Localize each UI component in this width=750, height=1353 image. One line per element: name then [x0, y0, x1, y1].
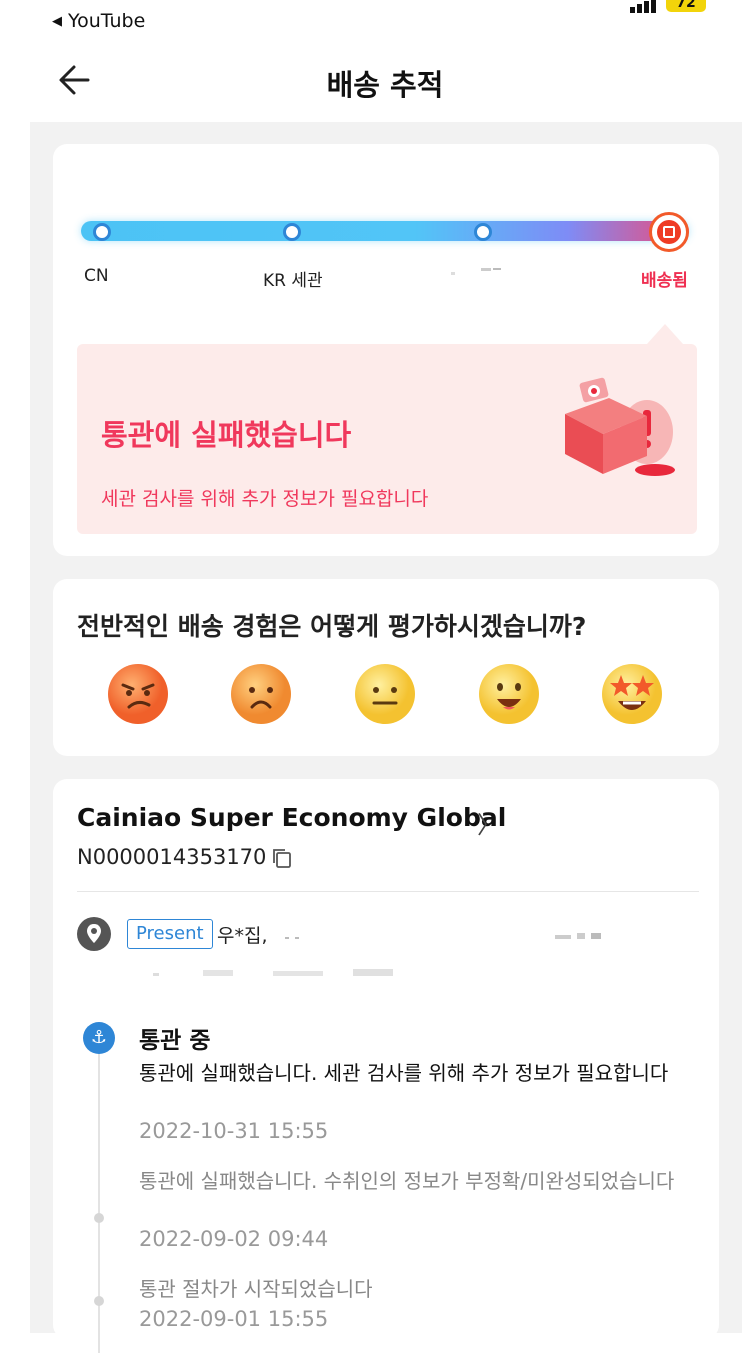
cellular-signal-icon	[630, 0, 658, 13]
timeline-event-time: 2022-09-02 09:44	[139, 1227, 329, 1251]
blurred-address-line	[285, 933, 601, 939]
tracking-number: N0000014353170	[77, 845, 267, 869]
frowning-face-icon[interactable]	[230, 663, 292, 725]
anchor-icon: ⚓	[83, 1022, 115, 1054]
alert-pointer	[647, 324, 683, 344]
battery-indicator: 72	[666, 0, 706, 12]
timeline-dot	[94, 1296, 104, 1306]
stage-label-customs: KR 세관	[263, 271, 323, 291]
alert-title: 통관에 실패했습니다	[101, 418, 352, 452]
failed-package-illustration	[565, 377, 675, 476]
location-pin-icon	[77, 917, 111, 951]
blurred-address-line-2	[153, 969, 393, 976]
smiling-face-icon[interactable]	[478, 663, 540, 725]
star-struck-face-icon[interactable]	[601, 663, 663, 725]
rating-question: 전반적인 배송 경험은 어떻게 평가하시겠습니까?	[77, 612, 587, 641]
back-app-label: YouTube	[68, 10, 146, 32]
customs-alert-box: 통관에 실패했습니다 세관 검사를 위해 추가 정보가 필요합니다	[77, 344, 697, 534]
stage-dot-delivered	[649, 212, 689, 252]
timeline-dot	[94, 1213, 104, 1223]
rating-card: 전반적인 배송 경험은 어떻게 평가하시겠습니까?	[53, 579, 719, 756]
timeline-status: 통관 중	[139, 1028, 211, 1054]
copy-icon[interactable]	[271, 847, 293, 869]
tracking-card: Cainiao Super Economy Global 〉 N00000143…	[53, 779, 719, 1353]
content-area: CN KR 세관 배송됨 통관에 실패했습니다 세관 검사를 위해 추가 정보가…	[30, 122, 742, 1353]
status-bar: ◀YouTube ◠ 72	[0, 0, 750, 46]
back-triangle-icon: ◀	[52, 14, 62, 29]
timeline-event-text: 통관 절차가 시작되었습니다	[139, 1277, 373, 1301]
blurred-stage-label	[451, 268, 501, 275]
delivery-address: 우*집,	[217, 925, 268, 947]
timeline-event-time: 2022-09-01 15:55	[139, 1307, 329, 1331]
divider	[77, 891, 699, 892]
present-badge: Present	[127, 919, 213, 949]
stage-label-delivered: 배송됨	[641, 271, 688, 291]
alert-description: 세관 검사를 위해 추가 정보가 필요합니다	[101, 488, 429, 510]
package-icon	[657, 220, 681, 244]
stage-label-cn: CN	[84, 266, 109, 286]
carrier-name[interactable]: Cainiao Super Economy Global	[77, 803, 506, 832]
progress-card: CN KR 세관 배송됨 통관에 실패했습니다 세관 검사를 위해 추가 정보가…	[53, 144, 719, 556]
nav-bar: 배송 추적	[0, 46, 750, 120]
back-to-app-link[interactable]: ◀ YouTube	[52, 10, 145, 32]
neutral-face-icon[interactable]	[354, 663, 416, 725]
stage-dot-cn	[93, 223, 111, 241]
stage-dot-customs	[283, 223, 301, 241]
timeline-event-text: 통관에 실패했습니다. 수취인의 정보가 부정확/미완성되었습니다	[139, 1169, 675, 1193]
progress-track	[81, 221, 689, 241]
page-title: 배송 추적	[326, 68, 444, 102]
stage-dot-3	[474, 223, 492, 241]
chevron-right-icon[interactable]: 〉	[477, 805, 501, 840]
angry-face-icon[interactable]	[107, 663, 169, 725]
timeline-event-text: 통관에 실패했습니다. 세관 검사를 위해 추가 정보가 필요합니다	[139, 1061, 669, 1085]
timeline-event-time: 2022-10-31 15:55	[139, 1119, 329, 1143]
